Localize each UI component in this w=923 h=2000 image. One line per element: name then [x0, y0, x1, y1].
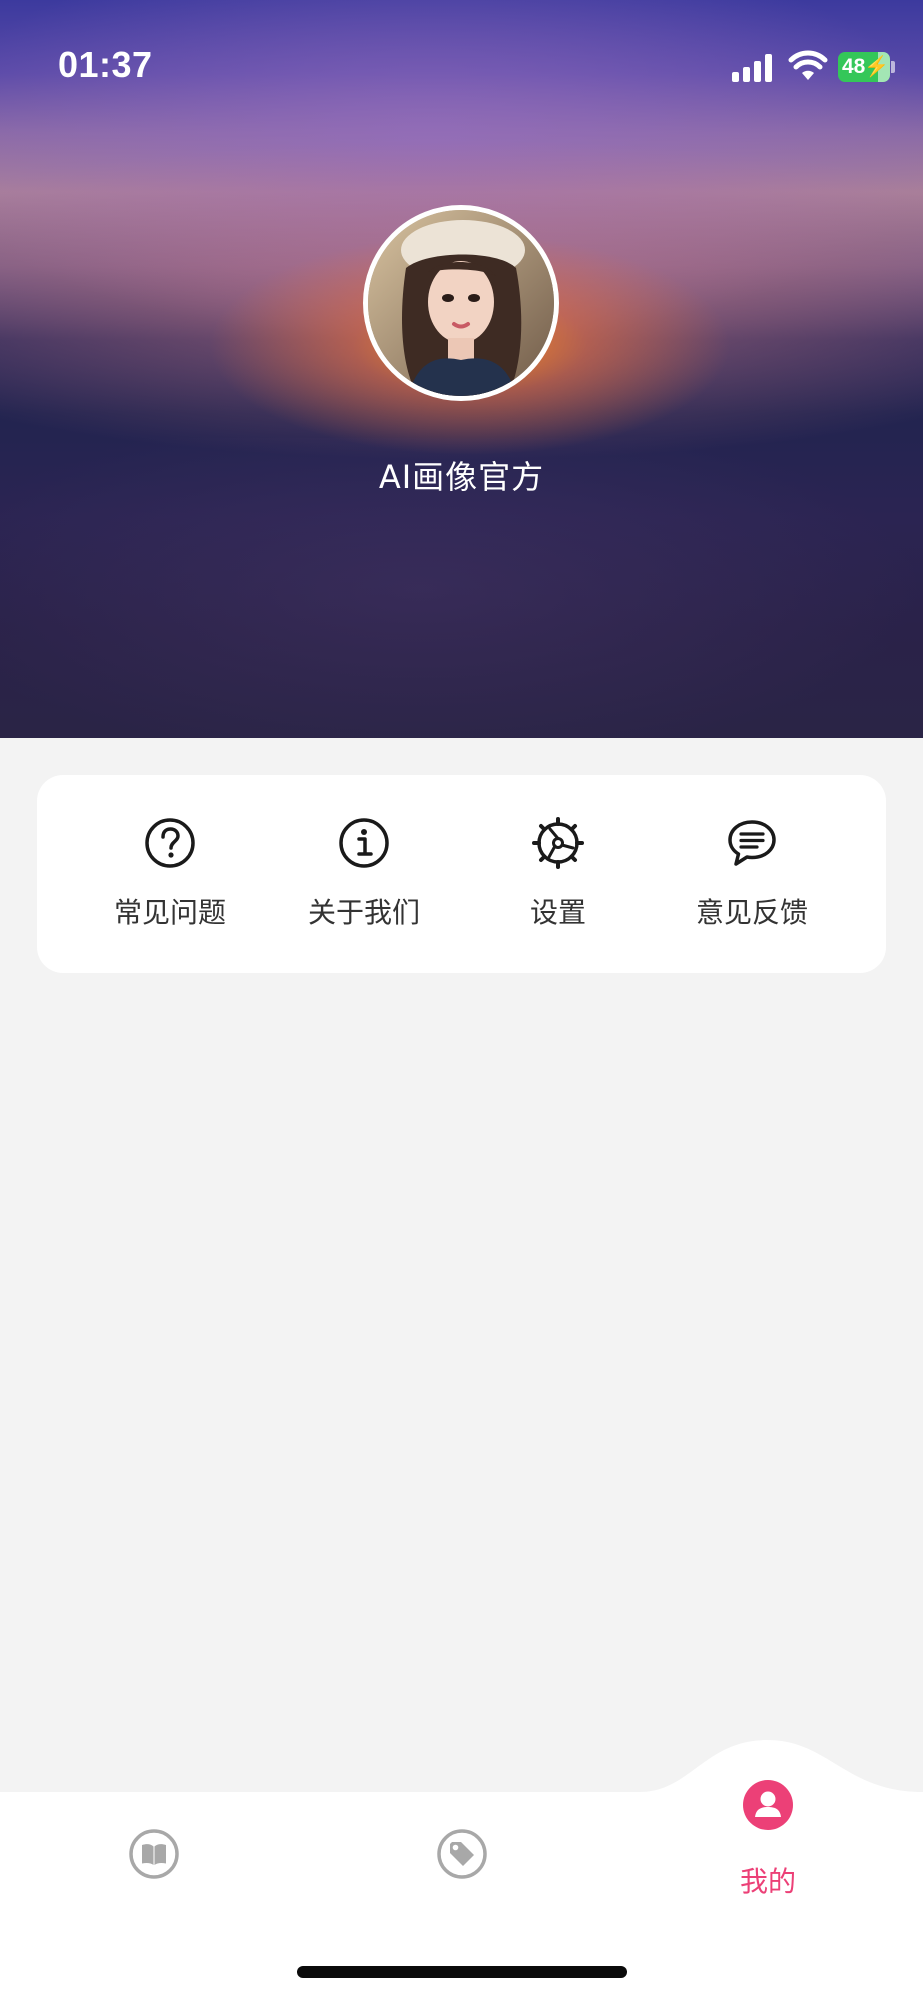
battery-charging-icon: 48 ⚡ — [838, 52, 890, 82]
home-indicator — [297, 1966, 627, 1978]
avatar-photo — [368, 210, 554, 396]
settings-gear-icon — [532, 817, 584, 869]
profile-screen: 01:37 48 ⚡ AI画像官方 常见问题 关于我们 设置 意见反馈 我的 — [0, 0, 923, 2000]
settings-button[interactable]: 设置 — [461, 775, 655, 973]
about-us-button[interactable]: 关于我们 — [267, 775, 461, 973]
profile-name: AI画像官方 — [378, 458, 545, 496]
status-time: 01:37 — [58, 44, 153, 85]
battery-level: 48 — [842, 55, 866, 78]
feedback-label: 意见反馈 — [695, 896, 808, 929]
battery-cap — [891, 61, 895, 73]
faq-button[interactable]: 常见问题 — [73, 775, 267, 973]
message-bubble-icon — [728, 820, 776, 866]
settings-label: 设置 — [529, 896, 586, 929]
feedback-button[interactable]: 意见反馈 — [655, 775, 849, 973]
status-bar: 01:37 48 ⚡ — [0, 0, 923, 130]
tab-home[interactable] — [128, 1828, 180, 1880]
tag-icon — [437, 1829, 487, 1879]
avatar[interactable] — [363, 205, 559, 401]
charging-bolt-icon: ⚡ — [864, 56, 889, 78]
tab-tags[interactable] — [436, 1828, 488, 1880]
tab-me-label: 我的 — [739, 1865, 796, 1898]
book-icon — [129, 1829, 179, 1879]
tab-me[interactable]: 我的 — [706, 1772, 830, 1902]
info-circle-icon — [339, 818, 389, 868]
wifi-icon — [788, 50, 828, 80]
faq-label: 常见问题 — [113, 896, 226, 929]
question-circle-icon — [145, 818, 195, 868]
cellular-signal-icon — [732, 52, 776, 82]
user-icon — [743, 1780, 793, 1830]
about-us-label: 关于我们 — [307, 896, 420, 929]
quick-actions-card: 常见问题 关于我们 设置 意见反馈 — [37, 775, 886, 973]
